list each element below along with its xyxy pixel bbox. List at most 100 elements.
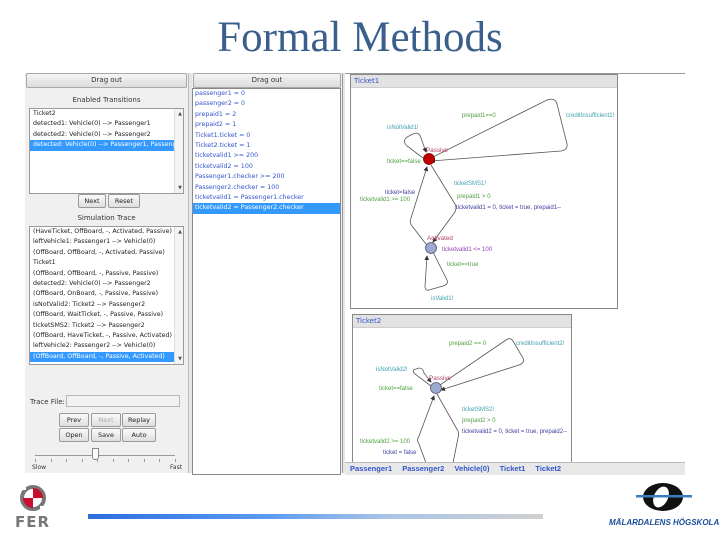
scroll-up-icon[interactable]: ▲ bbox=[178, 229, 182, 235]
scroll-down-icon[interactable]: ▼ bbox=[178, 185, 182, 191]
simulation-trace-label: Simulation Trace bbox=[77, 214, 136, 222]
fer-logo: FER bbox=[12, 480, 57, 535]
transition-item[interactable]: detected2: Vehicle(0) --> Passenger2 bbox=[30, 130, 183, 140]
enabled-transitions-label: Enabled Transitions bbox=[72, 96, 141, 104]
slider-thumb[interactable] bbox=[92, 448, 100, 460]
next-button[interactable]: Next bbox=[78, 194, 106, 208]
slider-tick bbox=[50, 459, 52, 462]
scroll-up-icon[interactable]: ▲ bbox=[178, 111, 182, 117]
variables-list[interactable]: passenger1 = 0 passenger2 = 0 prepaid1 = 2… bbox=[192, 88, 341, 475]
enabled-transitions-list[interactable]: Ticket2 detected1: Vehicle(0) --> Passeng… bbox=[29, 108, 184, 194]
trace-item[interactable]: leftVehicle2: Passenger2 --> Vehicle(0) bbox=[30, 341, 183, 351]
ticket1-automaton: Passive Activated ticketvalid1 <= 100 pr… bbox=[360, 98, 615, 302]
reset-button[interactable]: Reset bbox=[108, 194, 140, 208]
label-ticket-false-guard: ticket==false bbox=[387, 159, 421, 165]
variable-item[interactable]: ticketvalid2 = 100 bbox=[193, 162, 340, 172]
transition-item[interactable]: detected1: Vehicle(0) --> Passenger1 bbox=[30, 119, 183, 129]
speed-slow-label: Slow bbox=[32, 464, 47, 471]
open-button[interactable]: Open bbox=[59, 428, 89, 442]
drag-out-button[interactable]: Drag out bbox=[193, 73, 341, 88]
trace-file-input[interactable] bbox=[66, 395, 180, 407]
location-activated[interactable] bbox=[425, 242, 437, 254]
speed-fast-label: Fast bbox=[170, 464, 183, 471]
label-activated-invariant: ticketvalid1 <= 100 bbox=[442, 247, 493, 253]
save-button[interactable]: Save bbox=[91, 428, 121, 442]
trace-item[interactable]: (OffBoard, OffBoard, -, Passive, Activat… bbox=[30, 351, 183, 363]
variable-item[interactable]: Passenger1.checker >= 200 bbox=[193, 172, 340, 182]
edge-ticket-sms bbox=[430, 164, 457, 243]
footer-gradient-bar bbox=[88, 514, 543, 519]
label-prepaid-positive: prepaid1 > 0 bbox=[457, 194, 491, 200]
ticket2-template[interactable]: Ticket2 Passive prepaid2 == 0 creditInsu… bbox=[352, 314, 572, 463]
trace-item[interactable]: (OffBoard, WaitTicket, -, Passive, Passi… bbox=[30, 310, 183, 320]
label-ticket-false-guard: ticket==false bbox=[379, 386, 413, 392]
variable-item[interactable]: prepaid1 = 2 bbox=[193, 110, 340, 120]
location-passive[interactable] bbox=[430, 382, 442, 394]
scroll-down-icon[interactable]: ▼ bbox=[178, 356, 182, 362]
label-ticketvalid-guard: ticketvalid2 >= 100 bbox=[360, 439, 411, 445]
transition-item[interactable]: Ticket2 bbox=[30, 109, 183, 119]
auto-button[interactable]: Auto bbox=[122, 428, 156, 442]
trace-item[interactable]: leftVehicle1: Passenger1 --> Vehicle(0) bbox=[30, 237, 183, 247]
trace-item[interactable]: detected2: Vehicle(0) --> Passenger2 bbox=[30, 279, 183, 289]
edge-credit-insufficient bbox=[428, 98, 568, 164]
trace-item[interactable]: Ticket1 bbox=[30, 258, 183, 268]
trace-item[interactable]: (OffBoard, HaveTicket, -, Passive, Activ… bbox=[30, 331, 183, 341]
trace-item[interactable]: (OffBoard, OnBoard, -, Passive, Passive) bbox=[30, 289, 183, 299]
label-ticket-sms: ticketSMS2! bbox=[462, 407, 494, 413]
fer-logo-text: FER bbox=[15, 513, 51, 531]
variable-item[interactable]: Ticket1.ticket = 0 bbox=[193, 131, 340, 141]
label-is-not-valid: isNotValid2! bbox=[376, 367, 408, 373]
ticket1-title: Ticket1 bbox=[351, 75, 617, 88]
ticket1-template[interactable]: Ticket1 Passive Activated ticketvalid1 <… bbox=[350, 74, 618, 309]
mdh-logo: MÄLARDALENS HÖGSKOLA bbox=[605, 480, 720, 535]
trace-item[interactable]: (HaveTicket, OffBoard, -, Activated, Pas… bbox=[30, 227, 183, 237]
replay-button[interactable]: Replay bbox=[122, 413, 156, 427]
label-credit-insufficient: creditInsufficient1! bbox=[566, 113, 615, 119]
variable-item[interactable]: passenger2 = 0 bbox=[193, 99, 340, 109]
mdh-logo-text: MÄLARDALENS HÖGSKOLA bbox=[609, 518, 720, 527]
tab-passenger1[interactable]: Passenger1 bbox=[350, 464, 392, 473]
tab-passenger2[interactable]: Passenger2 bbox=[402, 464, 444, 473]
slider-tick bbox=[112, 459, 114, 462]
slider-track bbox=[35, 455, 175, 456]
variable-item[interactable]: Passenger2.checker = 100 bbox=[193, 183, 340, 193]
tab-vehicle[interactable]: Vehicle(0) bbox=[454, 464, 489, 473]
trace-item[interactable]: isNotValid2: Ticket2 --> Passenger2 bbox=[30, 300, 183, 310]
trace-item[interactable]: (OffBoard, OffBoard, -, Activated, Passi… bbox=[30, 248, 183, 258]
next-trace-button[interactable]: Next bbox=[91, 413, 121, 427]
variables-panel: Drag out passenger1 = 0 passenger2 = 0 pre… bbox=[192, 73, 342, 475]
variable-item[interactable]: ticketvalid2 = Passenger2.checker bbox=[193, 203, 340, 214]
label-passive: Passive bbox=[429, 375, 452, 382]
variable-item[interactable]: passenger1 = 0 bbox=[193, 89, 340, 99]
trace-scrollbar[interactable]: ▲ ▼ bbox=[174, 227, 183, 364]
label-is-valid: isValid1! bbox=[431, 296, 454, 302]
transition-item[interactable]: detected: Vehicle(0) --> Passenger1, Pas… bbox=[30, 140, 183, 151]
transitions-scrollbar[interactable]: ▲ ▼ bbox=[174, 109, 183, 193]
variable-item[interactable]: Ticket2.ticket = 1 bbox=[193, 141, 340, 151]
label-sms-update: ticketvalid1 = 0, ticket = true, prepaid… bbox=[456, 205, 561, 211]
location-passive[interactable] bbox=[423, 153, 435, 165]
trace-item[interactable]: (OffBoard, OffBoard, -, Passive, Passive… bbox=[30, 269, 183, 279]
prev-button[interactable]: Prev bbox=[59, 413, 89, 427]
slider-tick bbox=[128, 459, 130, 462]
drag-out-button[interactable]: Drag out bbox=[26, 73, 187, 88]
process-tabs: Passenger1 Passenger2 Vehicle(0) Ticket1… bbox=[345, 462, 685, 475]
label-is-not-valid: isNotValid1! bbox=[387, 125, 419, 131]
simulation-trace-list[interactable]: (HaveTicket, OffBoard, -, Activated, Pas… bbox=[29, 226, 184, 365]
label-passive: Passive bbox=[426, 147, 449, 154]
slider-tick bbox=[66, 459, 68, 462]
tab-ticket2[interactable]: Ticket2 bbox=[535, 464, 561, 473]
variable-item[interactable]: ticketvalid1 >= 200 bbox=[193, 151, 340, 161]
slide-title: Formal Methods bbox=[217, 14, 503, 61]
label-prepaid-zero: prepaid1==0 bbox=[462, 113, 496, 119]
variable-item[interactable]: ticketvalid1 = Passenger1.checker bbox=[193, 193, 340, 203]
slider-tick bbox=[143, 459, 145, 462]
speed-slider[interactable] bbox=[35, 448, 176, 463]
ticket2-title: Ticket2 bbox=[353, 315, 571, 328]
slider-tick bbox=[175, 459, 176, 462]
trace-item[interactable]: ticketSMS2: Ticket2 --> Passenger2 bbox=[30, 321, 183, 331]
slider-tick bbox=[35, 459, 36, 462]
tab-ticket1[interactable]: Ticket1 bbox=[500, 464, 526, 473]
variable-item[interactable]: prepaid2 = 1 bbox=[193, 120, 340, 130]
